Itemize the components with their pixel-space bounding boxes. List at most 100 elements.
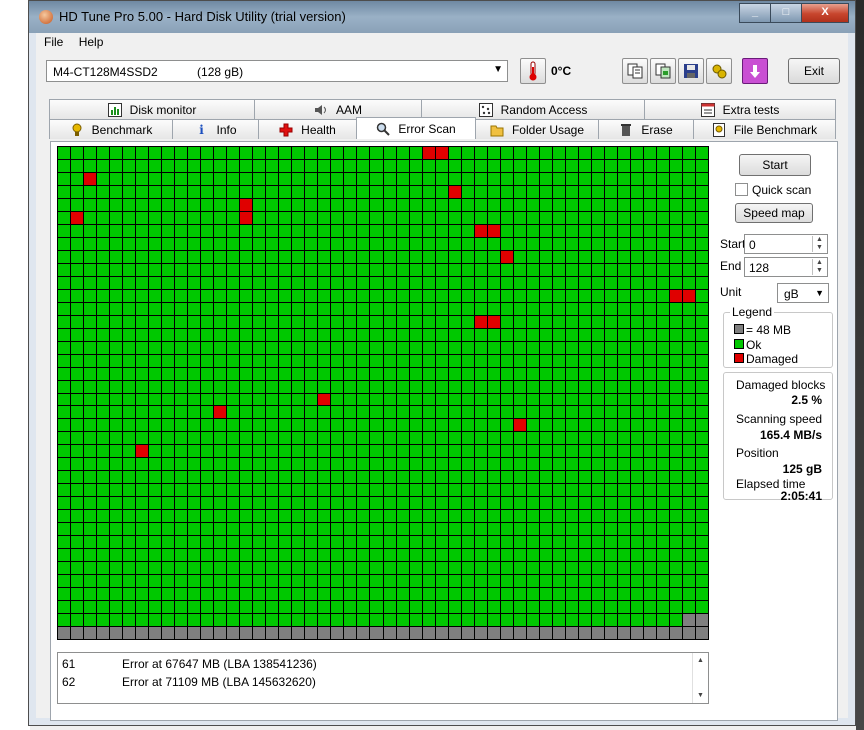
ok-block — [578, 211, 591, 224]
error-log-list[interactable]: 61 Error at 67647 MB (LBA 138541236) 62 Er… — [57, 652, 709, 704]
tab-info[interactable]: i Info — [172, 119, 259, 139]
ok-block — [578, 497, 591, 510]
ok-block — [669, 328, 682, 341]
start-field-label: Start — [720, 237, 746, 251]
tab-aam[interactable]: AAM — [254, 99, 422, 119]
ok-block — [409, 523, 422, 536]
ok-block — [240, 536, 253, 549]
tab-benchmark[interactable]: Benchmark — [49, 119, 173, 139]
start-button[interactable]: Start — [739, 154, 811, 176]
ok-block — [266, 237, 279, 250]
ok-block — [175, 185, 188, 198]
ok-block — [513, 562, 526, 575]
ok-block — [630, 601, 643, 614]
ok-block — [474, 484, 487, 497]
tab-label: Error Scan — [398, 121, 456, 136]
ok-block — [331, 147, 344, 159]
ok-block — [396, 575, 409, 588]
exit-button[interactable]: Exit — [788, 58, 840, 84]
tab-health[interactable]: Health — [258, 119, 357, 139]
ok-block — [539, 562, 552, 575]
ok-block — [656, 198, 669, 211]
menu-help[interactable]: Help — [75, 33, 108, 51]
tab-random-access[interactable]: Random Access — [421, 99, 645, 119]
save-button[interactable] — [678, 58, 704, 84]
ok-block — [305, 419, 318, 432]
ok-block — [149, 471, 162, 484]
ok-block — [474, 237, 487, 250]
ok-block — [695, 147, 708, 159]
download-button[interactable] — [742, 58, 768, 84]
ok-block — [110, 601, 123, 614]
ok-block — [422, 549, 435, 562]
ok-block — [435, 536, 448, 549]
ok-block — [565, 419, 578, 432]
ok-block — [565, 263, 578, 276]
ok-block — [539, 224, 552, 237]
spinner-arrows-icon[interactable]: ▲ ▼ — [812, 259, 826, 275]
ok-block — [500, 458, 513, 471]
title-bar[interactable]: HD Tune Pro 5.00 - Hard Disk Utility (tr… — [29, 1, 855, 33]
ok-block — [565, 432, 578, 445]
ok-block — [175, 458, 188, 471]
ok-block — [526, 432, 539, 445]
ok-block — [513, 445, 526, 458]
quick-scan-checkbox[interactable]: Quick scan — [735, 183, 811, 197]
scroll-down-icon[interactable]: ▼ — [693, 692, 708, 699]
tab-folder-usage[interactable]: Folder Usage — [475, 119, 599, 139]
maximize-button[interactable]: □ — [770, 3, 802, 23]
ok-block — [617, 263, 630, 276]
ok-block — [84, 458, 97, 471]
ok-block — [526, 341, 539, 354]
ok-block — [396, 458, 409, 471]
speed-map-button[interactable]: Speed map — [735, 203, 813, 223]
options-button[interactable] — [706, 58, 732, 84]
ok-block — [682, 263, 695, 276]
ok-block — [292, 575, 305, 588]
tab-file-benchmark[interactable]: File Benchmark — [693, 119, 836, 139]
ok-block — [383, 523, 396, 536]
tab-erase[interactable]: Erase — [598, 119, 694, 139]
ok-block — [578, 393, 591, 406]
ok-block — [474, 185, 487, 198]
copy-text-button[interactable] — [622, 58, 648, 84]
ok-block — [643, 224, 656, 237]
ok-block — [357, 471, 370, 484]
ok-block — [552, 549, 565, 562]
copy-image-button[interactable] — [650, 58, 676, 84]
damaged-block — [487, 315, 500, 328]
ok-block — [279, 185, 292, 198]
scroll-up-icon[interactable]: ▲ — [693, 657, 708, 664]
spinner-arrows-icon[interactable]: ▲ ▼ — [812, 236, 826, 252]
ok-block — [318, 341, 331, 354]
tab-disk-monitor[interactable]: Disk monitor — [49, 99, 255, 119]
ok-block — [149, 510, 162, 523]
drive-select[interactable]: M4-CT128M4SSD2 (128 gB) ▼ — [46, 60, 508, 82]
ok-block — [617, 172, 630, 185]
unscanned-block — [331, 627, 344, 639]
ok-block — [396, 445, 409, 458]
start-input[interactable]: 0 ▲ ▼ — [744, 234, 828, 254]
tab-extra-tests[interactable]: Extra tests — [644, 99, 836, 119]
unit-select[interactable]: gB ▼ — [777, 283, 829, 303]
ok-block — [162, 354, 175, 367]
ok-block — [630, 367, 643, 380]
ok-block — [318, 562, 331, 575]
ok-block — [84, 471, 97, 484]
ok-block — [175, 159, 188, 172]
ok-block — [500, 198, 513, 211]
ok-block — [84, 341, 97, 354]
unscanned-block — [227, 627, 240, 639]
log-scrollbar[interactable]: ▲ ▼ — [692, 653, 708, 703]
unscanned-block — [201, 627, 214, 639]
close-button[interactable]: X — [801, 3, 849, 23]
unscanned-block — [448, 627, 461, 639]
checkbox-box[interactable] — [735, 183, 748, 196]
tab-error-scan[interactable]: Error Scan — [356, 117, 476, 139]
ok-block — [591, 315, 604, 328]
minimize-button[interactable]: _ — [739, 3, 771, 23]
temperature-button[interactable] — [520, 58, 546, 84]
end-input[interactable]: 128 ▲ ▼ — [744, 257, 828, 277]
ok-block — [357, 419, 370, 432]
menu-file[interactable]: File — [40, 33, 67, 51]
